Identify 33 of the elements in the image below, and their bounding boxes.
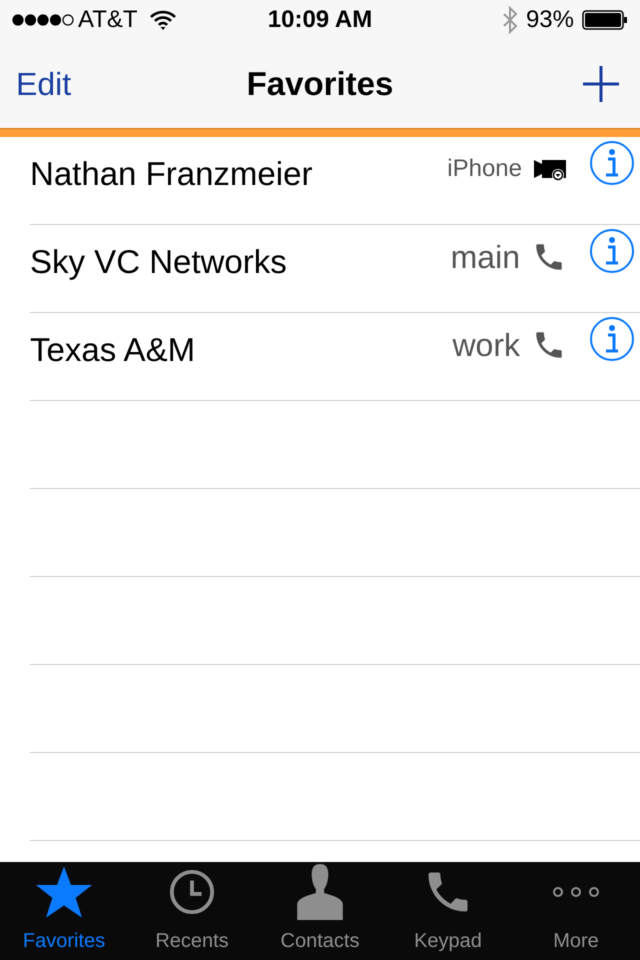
tab-item[interactable]: More xyxy=(512,862,640,960)
nav-title: Favorites xyxy=(246,64,394,104)
star-icon xyxy=(36,866,92,918)
info-button[interactable] xyxy=(590,229,634,273)
battery-percent: 93% xyxy=(526,5,574,35)
wifi-icon xyxy=(150,10,176,30)
favorite-row[interactable]: Sky VC Networks main xyxy=(30,225,640,313)
tab-item[interactable]: Contacts xyxy=(256,862,384,960)
carrier-name: AT&T xyxy=(78,5,138,35)
phone-label: work xyxy=(452,326,520,365)
contact-name: Texas A&M xyxy=(30,330,196,370)
favorite-row[interactable]: Nathan Franzmeier iPhone xyxy=(30,137,640,225)
info-icon xyxy=(590,141,634,185)
favorite-row[interactable]: Texas A&M work xyxy=(30,313,640,401)
info-icon xyxy=(590,229,634,273)
contact-name: Nathan Franzmeier xyxy=(30,154,314,194)
contact-name: Sky VC Networks xyxy=(30,242,288,282)
info-button[interactable] xyxy=(590,141,634,185)
info-button[interactable] xyxy=(590,317,634,361)
signal-icon xyxy=(12,13,74,27)
info-icon xyxy=(590,317,634,361)
clock-icon xyxy=(169,869,215,915)
plus-icon xyxy=(582,65,620,103)
tab-item[interactable]: Favorites xyxy=(0,862,128,960)
battery-icon xyxy=(582,10,628,30)
tab-item[interactable]: Keypad xyxy=(384,862,512,960)
phone-label: iPhone xyxy=(447,154,522,184)
more-icon xyxy=(552,886,600,898)
phone-label: main xyxy=(450,238,520,277)
clock-time: 10:09 AM xyxy=(268,5,372,35)
edit-button[interactable]: Edit xyxy=(16,60,72,108)
tab-item[interactable]: Recents xyxy=(128,862,256,960)
bluetooth-icon xyxy=(502,6,518,34)
